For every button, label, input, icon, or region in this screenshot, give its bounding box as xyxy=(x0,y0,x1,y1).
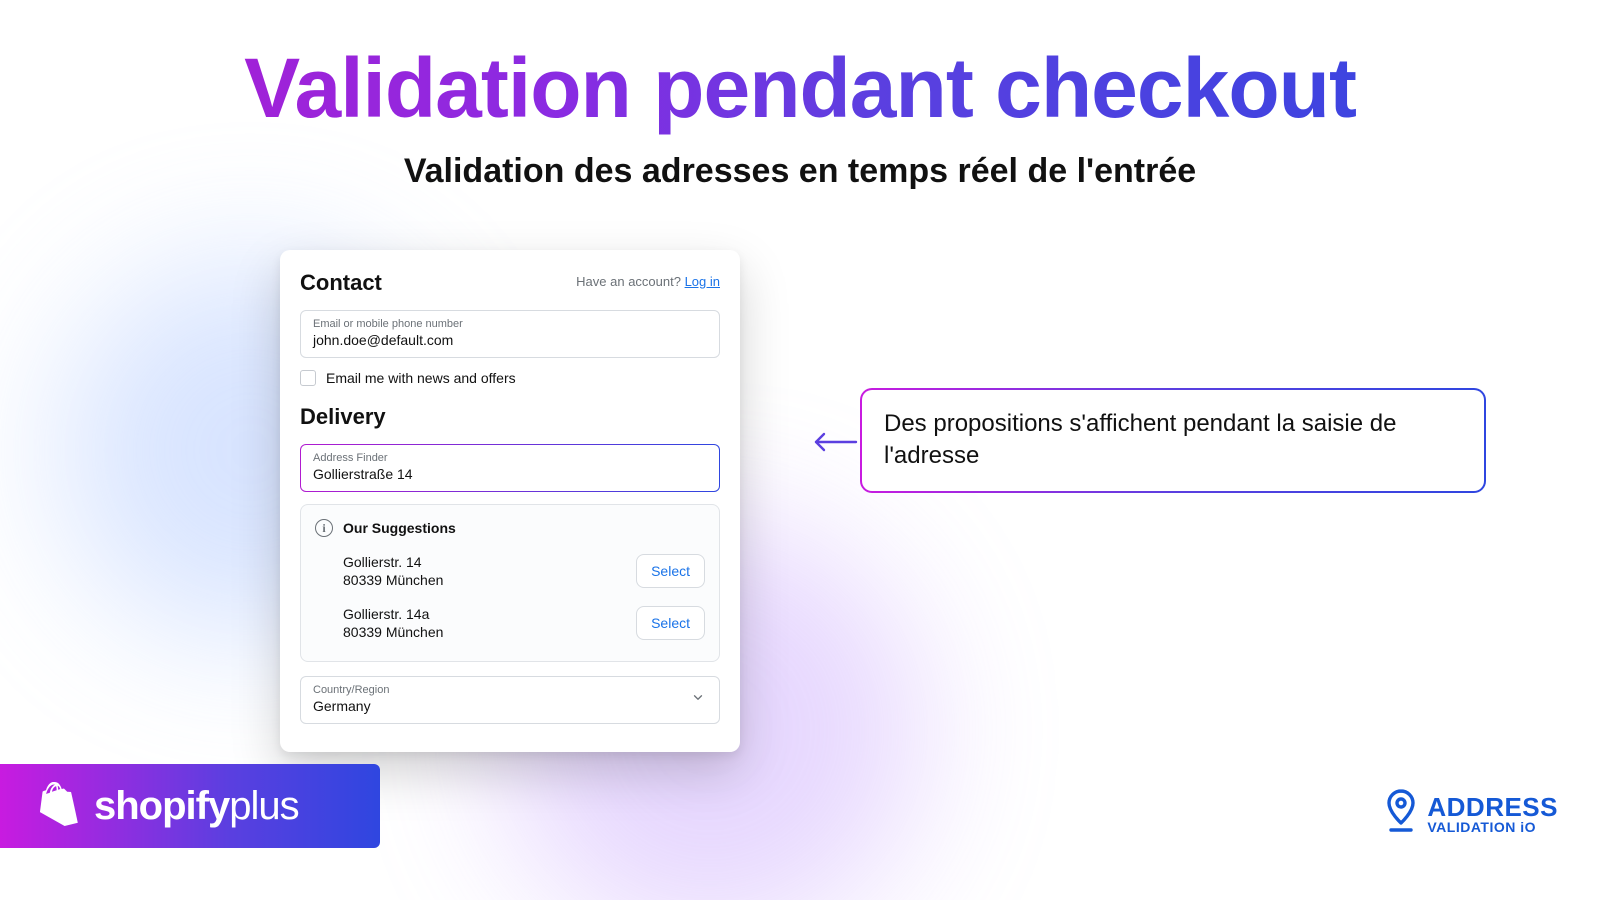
shopify-brand: shopify xyxy=(94,784,229,829)
newsletter-row[interactable]: Email me with news and offers xyxy=(300,370,720,386)
shopify-plus-badge: shopifyplus xyxy=(0,764,380,848)
country-label: Country/Region xyxy=(313,683,707,697)
suggestion-row: Gollierstr. 14a 80339 München Select xyxy=(315,599,705,651)
suggestion-text: Gollierstr. 14a 80339 München xyxy=(343,605,443,641)
address-finder-value: Gollierstraße 14 xyxy=(313,465,707,483)
chevron-down-icon xyxy=(691,691,705,710)
av-line2: VALIDATION iO xyxy=(1427,820,1558,834)
email-label: Email or mobile phone number xyxy=(313,317,707,331)
login-link[interactable]: Log in xyxy=(685,274,720,289)
shopify-bag-icon xyxy=(40,782,80,831)
map-pin-icon xyxy=(1385,789,1417,838)
suggestions-header: i Our Suggestions xyxy=(315,519,705,537)
email-field[interactable]: Email or mobile phone number john.doe@de… xyxy=(300,310,720,358)
info-icon: i xyxy=(315,519,333,537)
address-validation-badge: ADDRESS VALIDATION iO xyxy=(1385,789,1558,838)
country-value: Germany xyxy=(313,697,707,715)
email-value: john.doe@default.com xyxy=(313,331,707,349)
newsletter-label: Email me with news and offers xyxy=(326,370,516,386)
callout-bubble: Des propositions s'affichent pendant la … xyxy=(860,388,1486,493)
select-suggestion-button[interactable]: Select xyxy=(636,554,705,588)
subheadline: Validation des adresses en temps réel de… xyxy=(0,152,1600,191)
suggestion-line1: Gollierstr. 14 xyxy=(343,553,443,571)
suggestion-text: Gollierstr. 14 80339 München xyxy=(343,553,443,589)
address-finder-field[interactable]: Address Finder Gollierstraße 14 xyxy=(300,444,720,492)
shopify-plus: plus xyxy=(229,784,298,829)
checkout-card: Contact Have an account? Log in Email or… xyxy=(280,250,740,752)
delivery-heading: Delivery xyxy=(300,404,720,430)
suggestion-line1: Gollierstr. 14a xyxy=(343,605,443,623)
select-suggestion-button[interactable]: Select xyxy=(636,606,705,640)
have-account-text: Have an account? Log in xyxy=(576,274,720,289)
shopify-text: shopifyplus xyxy=(94,784,299,829)
country-select[interactable]: Country/Region Germany xyxy=(300,676,720,724)
callout-arrow-icon xyxy=(810,430,858,459)
suggestion-line2: 80339 München xyxy=(343,571,443,589)
av-text: ADDRESS VALIDATION iO xyxy=(1427,794,1558,834)
suggestions-title: Our Suggestions xyxy=(343,520,456,536)
newsletter-checkbox[interactable] xyxy=(300,370,316,386)
suggestions-panel: i Our Suggestions Gollierstr. 14 80339 M… xyxy=(300,504,720,662)
suggestion-line2: 80339 München xyxy=(343,623,443,641)
headline: Validation pendant checkout xyxy=(0,40,1600,137)
av-line1: ADDRESS xyxy=(1427,794,1558,820)
have-account-label: Have an account? xyxy=(576,274,681,289)
marketing-slide: Validation pendant checkout Validation d… xyxy=(0,0,1600,900)
address-finder-label: Address Finder xyxy=(313,451,707,465)
suggestion-row: Gollierstr. 14 80339 München Select xyxy=(315,547,705,599)
